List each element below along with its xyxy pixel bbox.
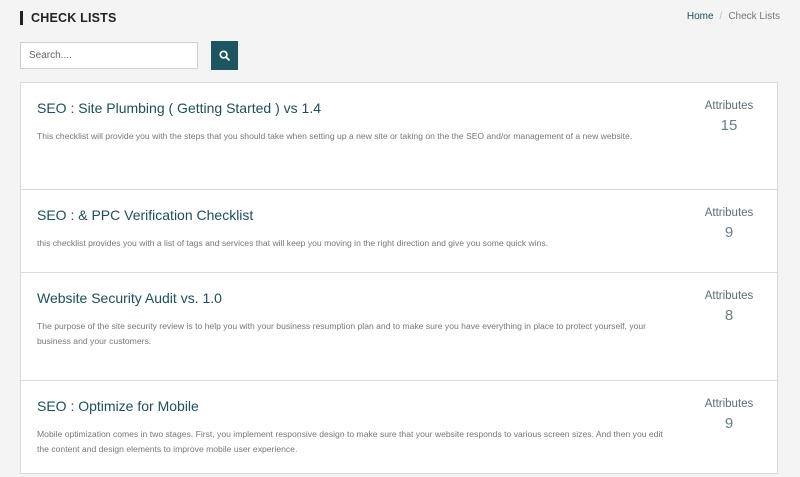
checklist-card[interactable]: Website Security Audit vs. 1.0 The purpo… (20, 272, 778, 381)
checklist-card[interactable]: SEO : & PPC Verification Checklist this … (20, 189, 778, 273)
breadcrumb: Home / Check Lists (687, 11, 780, 22)
attributes-label: Attributes (704, 398, 754, 410)
attributes-label: Attributes (704, 207, 754, 219)
checklist-list: SEO : Site Plumbing ( Getting Started ) … (20, 82, 778, 474)
attributes-block: Attributes 8 (698, 290, 760, 324)
checklist-card[interactable]: SEO : Optimize for Mobile Mobile optimiz… (20, 380, 778, 474)
search-row (20, 41, 238, 70)
page-header: CHECK LISTS Home / Check Lists (20, 8, 780, 30)
attributes-count: 9 (724, 224, 734, 241)
title-accent-bar (20, 11, 23, 25)
attributes-block: Attributes 9 (698, 398, 760, 432)
attributes-block: Attributes 15 (698, 100, 760, 134)
search-button[interactable] (211, 41, 238, 70)
breadcrumb-current: Check Lists (728, 11, 780, 22)
breadcrumb-home-link[interactable]: Home (687, 11, 714, 22)
attributes-count: 9 (724, 415, 734, 432)
attributes-label: Attributes (704, 100, 754, 112)
checklist-title[interactable]: SEO : & PPC Verification Checklist (37, 207, 253, 223)
checklist-title[interactable]: Website Security Audit vs. 1.0 (37, 290, 222, 306)
breadcrumb-separator: / (719, 11, 723, 22)
page-title-wrap: CHECK LISTS (20, 8, 117, 28)
checklist-title[interactable]: SEO : Optimize for Mobile (37, 398, 199, 414)
attributes-label: Attributes (704, 290, 754, 302)
search-input[interactable] (20, 42, 198, 69)
checklist-card[interactable]: SEO : Site Plumbing ( Getting Started ) … (20, 82, 778, 190)
attributes-block: Attributes 9 (698, 207, 760, 241)
attributes-count: 15 (720, 117, 738, 134)
checklist-description: The purpose of the site security review … (37, 321, 647, 346)
checklist-description: this checklist provides you with a list … (37, 238, 549, 248)
search-icon (219, 50, 230, 61)
checklist-description: Mobile optimization comes in two stages.… (37, 429, 663, 454)
page-title: CHECK LISTS (31, 11, 117, 25)
checklist-title[interactable]: SEO : Site Plumbing ( Getting Started ) … (37, 100, 321, 116)
checklist-description: This checklist will provide you with the… (37, 131, 633, 141)
attributes-count: 8 (724, 307, 734, 324)
